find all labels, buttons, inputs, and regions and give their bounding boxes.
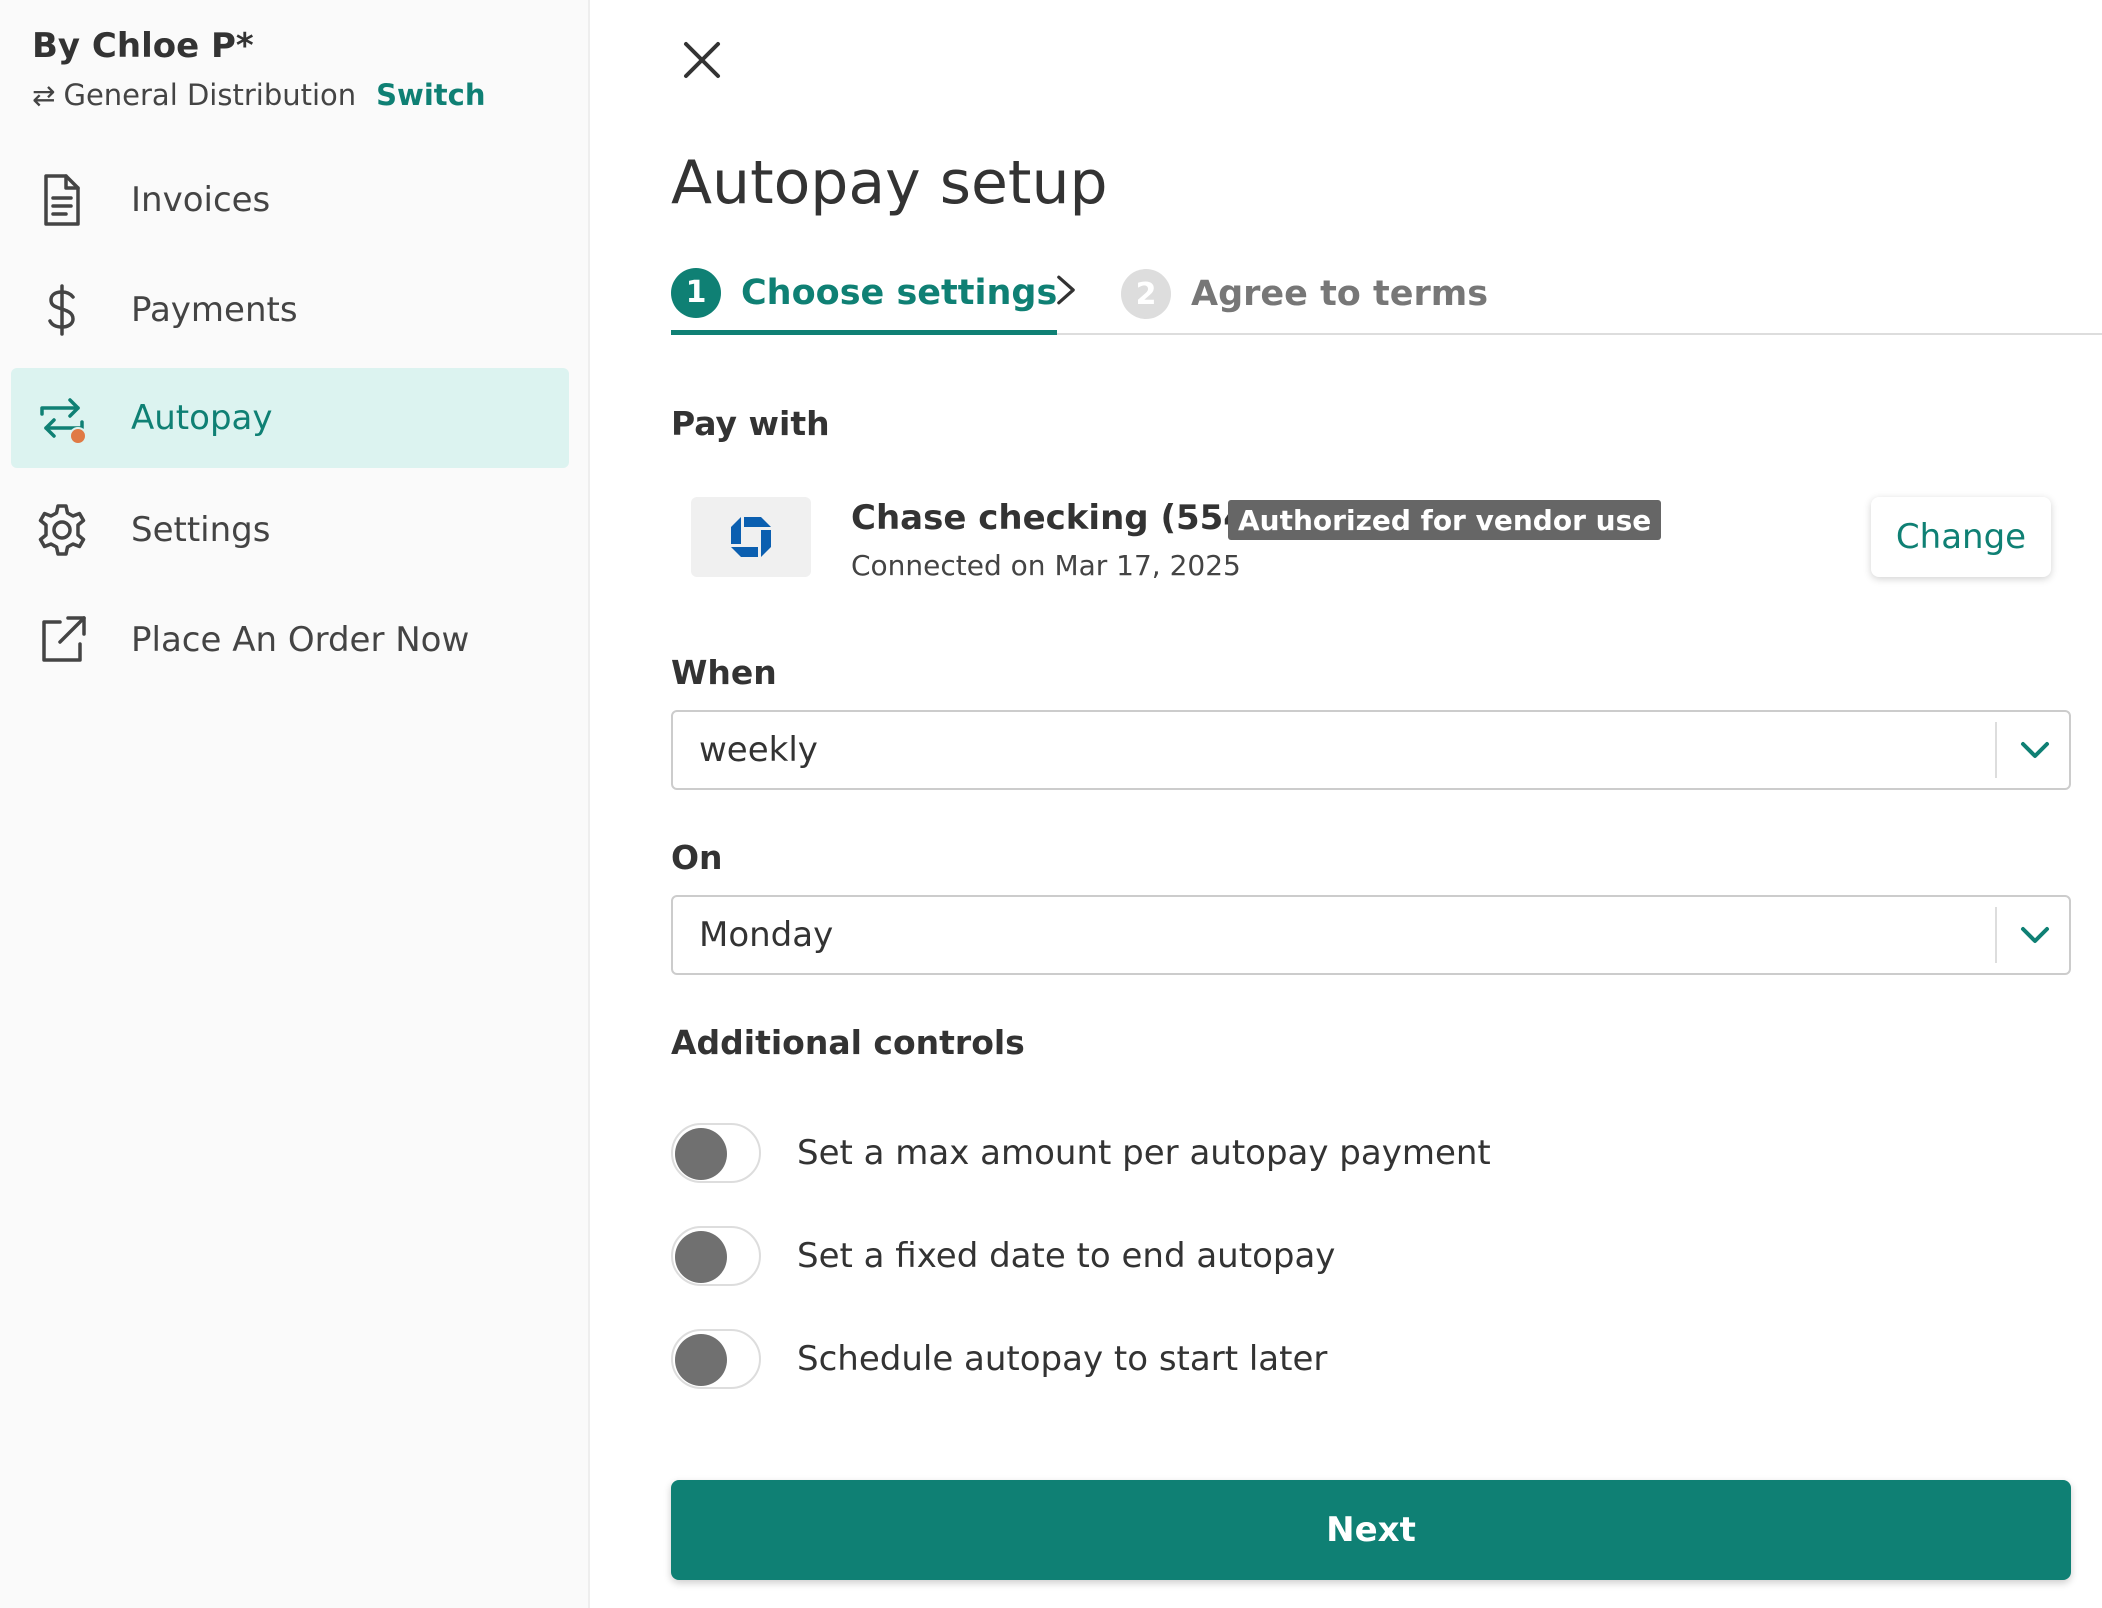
on-label: On <box>671 838 723 877</box>
dollar-icon <box>31 279 93 341</box>
toggle-knob <box>675 1334 727 1386</box>
step-number: 1 <box>671 267 721 318</box>
toggle-label: Set a fixed date to end autopay <box>797 1236 1336 1276</box>
chevron-right-icon <box>1041 265 1091 315</box>
org-name: General Distribution <box>63 78 357 112</box>
chase-logo-icon <box>731 517 771 557</box>
bank-connected-date: Connected on Mar 17, 2025 <box>851 549 1241 582</box>
sidebar: By Chloe P* ⇄ General Distribution Switc… <box>0 0 590 1608</box>
autopay-icon <box>31 387 93 449</box>
document-icon <box>31 169 93 231</box>
bank-logo <box>691 497 811 577</box>
toggle-knob <box>675 1231 727 1283</box>
sidebar-item-label: Payments <box>131 290 298 330</box>
page-title: Autopay setup <box>671 148 1108 218</box>
when-select-value: weekly <box>699 730 818 770</box>
when-select[interactable]: weekly <box>671 710 2071 790</box>
when-label: When <box>671 653 777 692</box>
next-button[interactable]: Next <box>671 1480 2071 1580</box>
chevron-down-icon[interactable] <box>1999 712 2071 788</box>
end-date-toggle[interactable] <box>671 1226 761 1286</box>
on-select-value: Monday <box>699 915 834 955</box>
start-later-toggle-row: Schedule autopay to start later <box>671 1327 1327 1391</box>
step-label: Choose settings <box>741 272 1058 313</box>
start-later-toggle[interactable] <box>671 1329 761 1389</box>
max-amount-toggle[interactable] <box>671 1123 761 1183</box>
brand-name: By Chloe P* <box>32 26 254 66</box>
sidebar-item-payments[interactable]: Payments <box>11 260 569 360</box>
external-link-icon <box>31 609 93 671</box>
org-switcher: ⇄ General Distribution Switch <box>32 78 486 112</box>
close-icon <box>684 42 720 78</box>
toggle-label: Set a max amount per autopay payment <box>797 1133 1491 1173</box>
sidebar-item-autopay[interactable]: Autopay <box>11 368 569 468</box>
step-choose-settings[interactable]: 1 Choose settings <box>671 255 1058 335</box>
pay-with-label: Pay with <box>671 404 830 443</box>
close-button[interactable] <box>672 30 732 90</box>
switch-link[interactable]: Switch <box>376 78 485 112</box>
stepper: 1 Choose settings 2 Agree to terms <box>671 255 2102 335</box>
step-agree-to-terms[interactable]: 2 Agree to terms <box>1121 255 1488 333</box>
select-divider <box>1995 722 1997 778</box>
sidebar-item-place-order[interactable]: Place An Order Now <box>11 590 569 690</box>
on-select[interactable]: Monday <box>671 895 2071 975</box>
sidebar-item-label: Place An Order Now <box>131 620 470 660</box>
authorized-badge: Authorized for vendor use <box>1228 500 1662 540</box>
step-number: 2 <box>1121 269 1171 319</box>
select-divider <box>1995 907 1997 963</box>
gear-icon <box>31 499 93 561</box>
step-label: Agree to terms <box>1191 274 1489 314</box>
toggle-knob <box>675 1128 727 1180</box>
sidebar-item-label: Autopay <box>131 398 273 438</box>
max-amount-toggle-row: Set a max amount per autopay payment <box>671 1121 1491 1185</box>
end-date-toggle-row: Set a fixed date to end autopay <box>671 1224 1335 1288</box>
chevron-down-icon[interactable] <box>1999 897 2071 973</box>
sidebar-item-label: Invoices <box>131 180 271 220</box>
additional-controls-label: Additional controls <box>671 1023 1025 1062</box>
sidebar-item-label: Settings <box>131 510 271 550</box>
change-button[interactable]: Change <box>1871 497 2051 577</box>
sidebar-item-invoices[interactable]: Invoices <box>11 150 569 250</box>
toggle-label: Schedule autopay to start later <box>797 1339 1328 1379</box>
sidebar-item-settings[interactable]: Settings <box>11 480 569 580</box>
bank-account-name: Chase checking (5544) <box>851 498 1287 538</box>
swap-icon: ⇄ <box>32 78 56 112</box>
